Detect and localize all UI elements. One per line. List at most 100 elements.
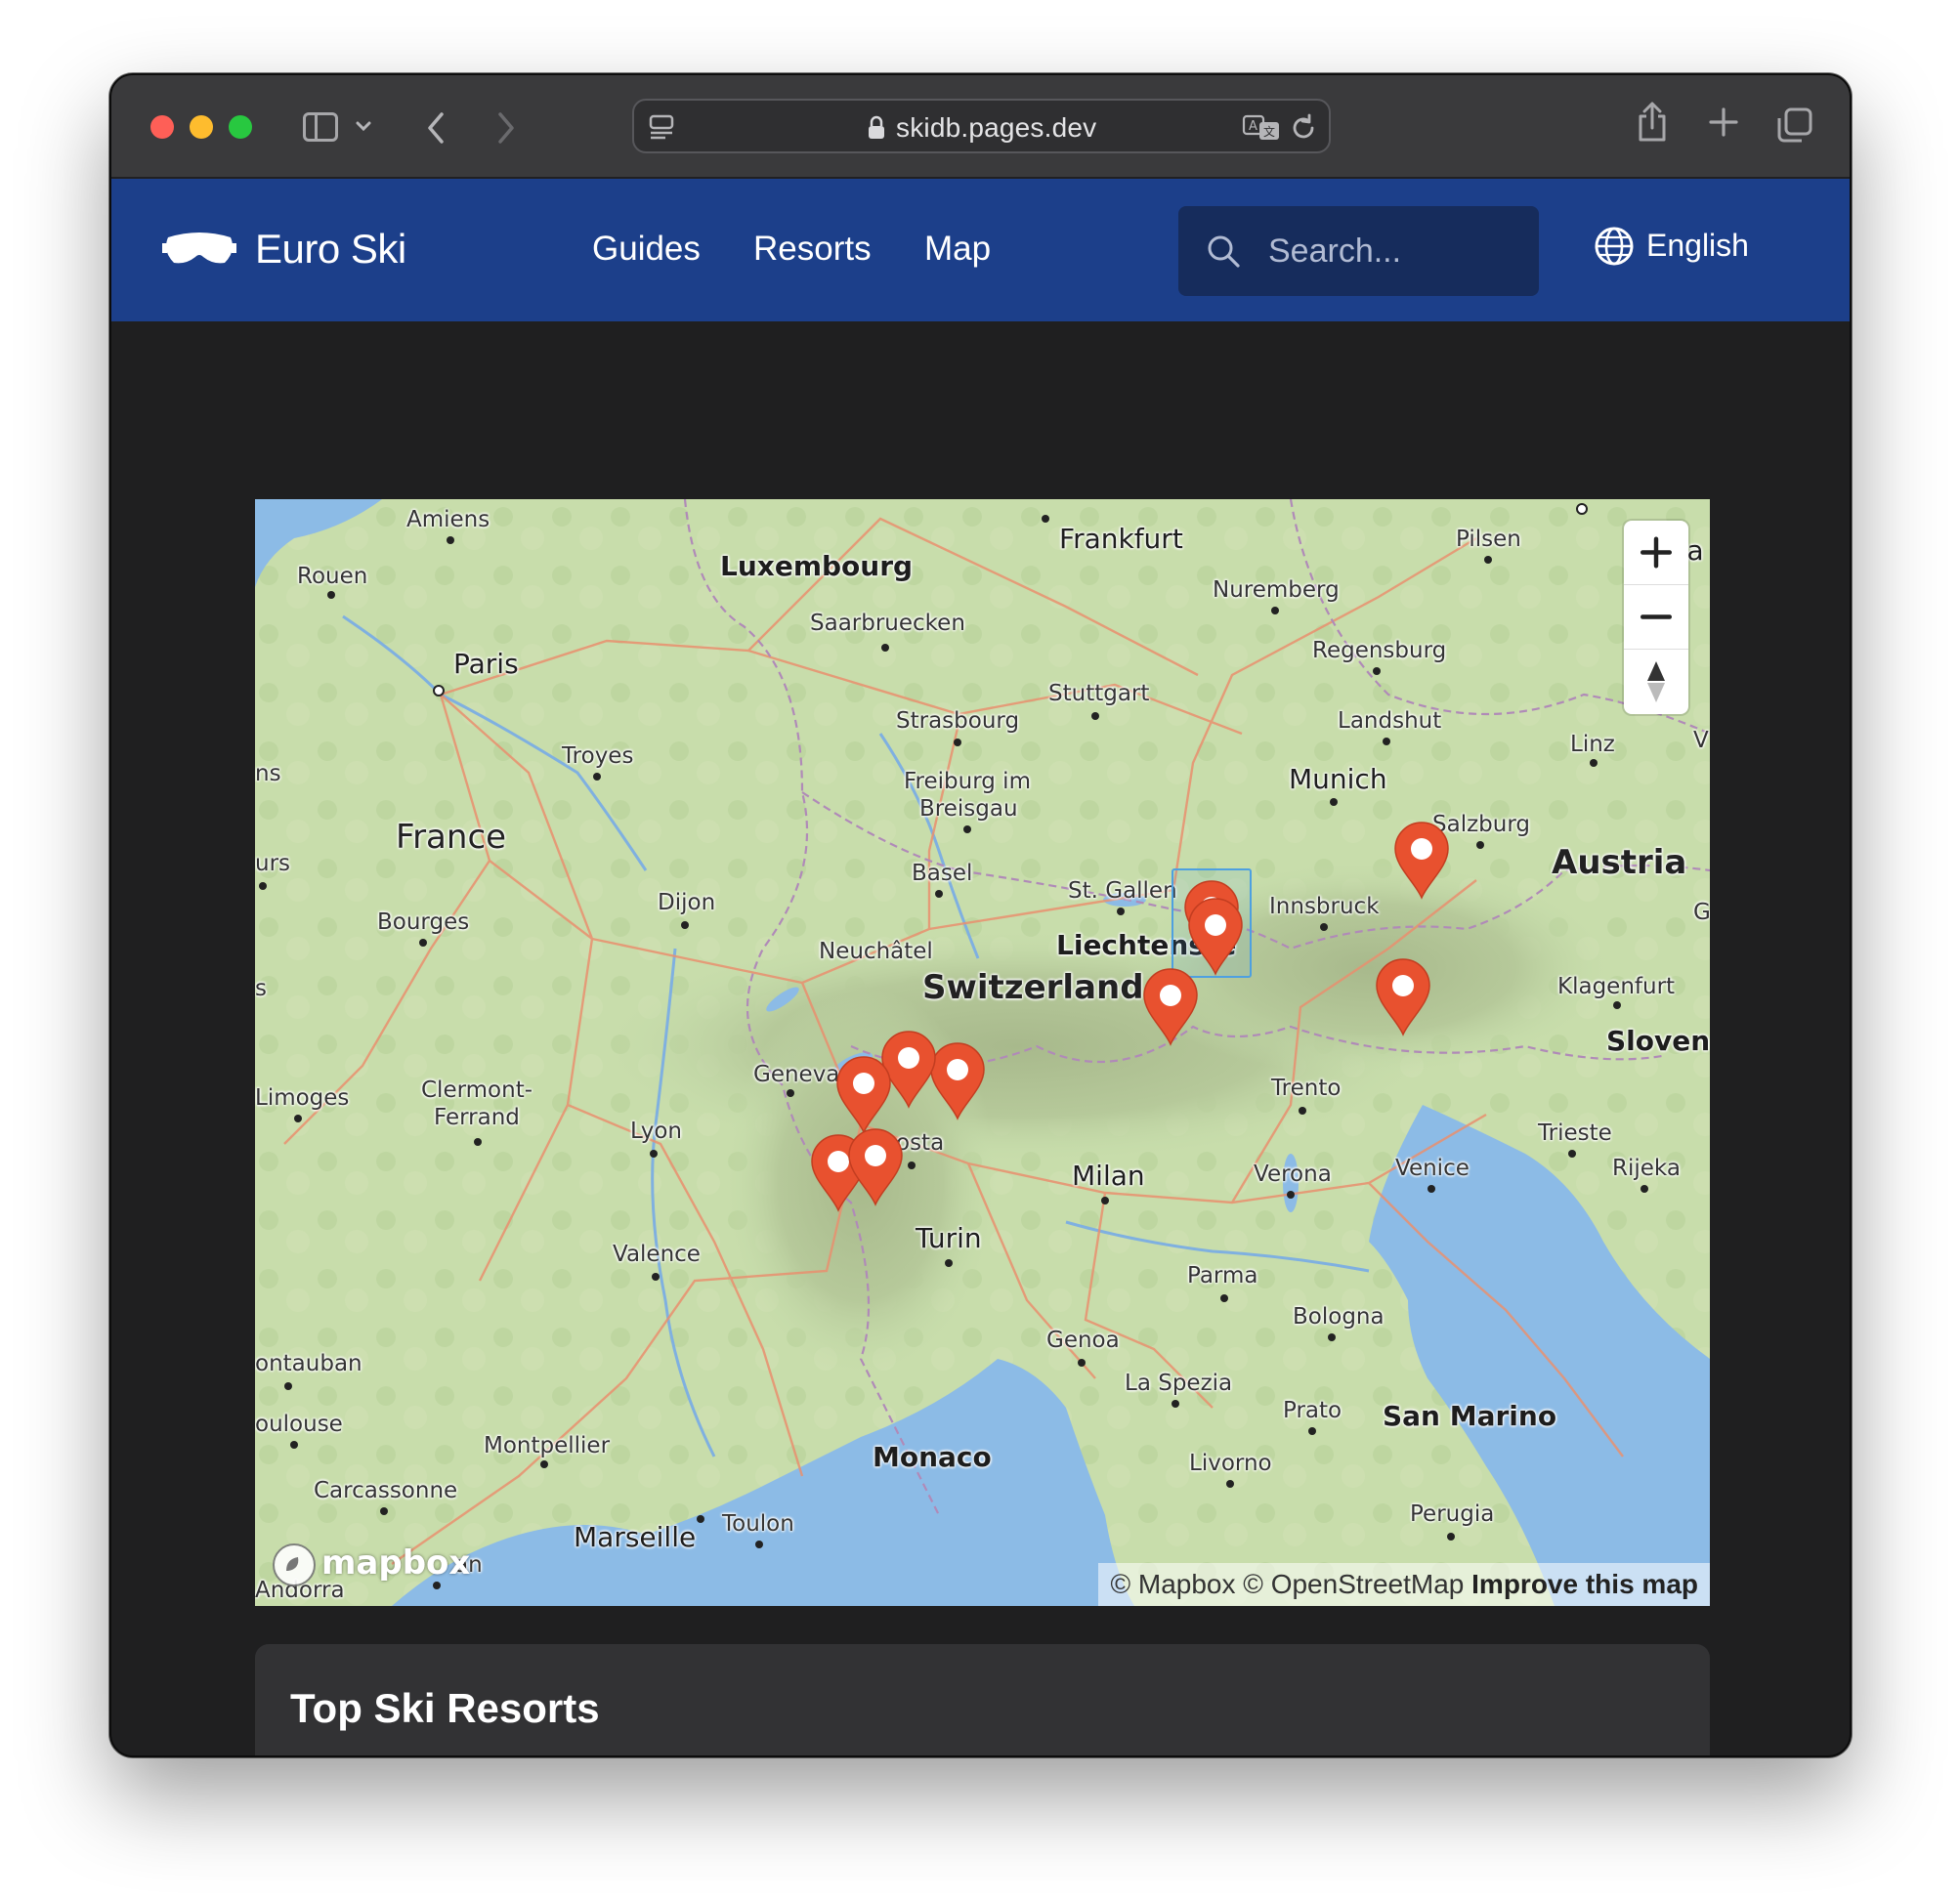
- city-dot: [945, 1259, 953, 1267]
- label-limoges: Limoges: [255, 1085, 350, 1111]
- city-dot: [697, 1515, 704, 1523]
- label-france: France: [396, 818, 507, 857]
- label-troyes: Troyes: [562, 743, 634, 769]
- label-st-gallen: St. Gallen: [1068, 878, 1177, 904]
- forward-arrow-icon[interactable]: [490, 108, 520, 148]
- resort-marker-pin[interactable]: [1187, 898, 1244, 976]
- city-dot: [650, 1150, 658, 1158]
- attribution-mapbox-link[interactable]: © Mapbox: [1110, 1569, 1235, 1599]
- label-bologna: Bologna: [1293, 1304, 1385, 1330]
- label-toulouse: oulouse: [255, 1412, 343, 1437]
- city-dot: [1613, 1001, 1621, 1009]
- improve-map-link[interactable]: Improve this map: [1471, 1569, 1698, 1599]
- label-verona: Verona: [1254, 1162, 1332, 1187]
- city-dot: [259, 882, 267, 890]
- city-dot: [290, 1441, 298, 1449]
- label-trieste: Trieste: [1538, 1120, 1612, 1146]
- resort-marker-pin[interactable]: [1142, 968, 1199, 1046]
- label-nuremberg: Nuremberg: [1213, 577, 1340, 603]
- resort-marker-pin[interactable]: [1393, 822, 1450, 900]
- label-basel: Basel: [912, 861, 973, 886]
- label-pilsen: Pilsen: [1456, 527, 1521, 552]
- page-menu-icon[interactable]: [648, 113, 675, 141]
- city-dot: [1299, 1107, 1306, 1115]
- new-tab-icon[interactable]: [1708, 106, 1739, 138]
- label-saarbruecken: Saarbruecken: [810, 611, 965, 636]
- city-dot: [1373, 667, 1381, 675]
- label-monaco: Monaco: [873, 1441, 992, 1473]
- resort-marker-pin[interactable]: [835, 1056, 892, 1134]
- share-icon[interactable]: [1636, 101, 1669, 144]
- browser-toolbar: skidb.pages.dev A 文: [111, 75, 1850, 179]
- label-prato: Prato: [1283, 1398, 1342, 1423]
- label-klagenfurt: Klagenfurt: [1557, 974, 1676, 999]
- zoom-out-button[interactable]: [1624, 585, 1688, 650]
- label-marseille: Marseille: [574, 1521, 697, 1553]
- label-linz: Linz: [1570, 732, 1615, 757]
- search-input[interactable]: [1268, 230, 1522, 273]
- resort-marker-pin[interactable]: [847, 1128, 904, 1206]
- capital-dot: [433, 685, 445, 697]
- compass-reset-button[interactable]: [1624, 650, 1688, 714]
- city-dot: [1220, 1294, 1228, 1302]
- reload-icon[interactable]: [1289, 112, 1318, 144]
- label-parma: Parma: [1187, 1263, 1258, 1288]
- city-dot: [447, 536, 454, 544]
- label-montauban: ontauban: [255, 1351, 362, 1376]
- city-dot: [380, 1507, 388, 1515]
- translate-icon[interactable]: A 文: [1242, 112, 1281, 144]
- nav-map-link[interactable]: Map: [924, 230, 991, 269]
- label-freiburg-2: Breisgau: [919, 796, 1018, 822]
- chevron-down-icon[interactable]: [352, 114, 375, 138]
- city-dot: [954, 739, 961, 746]
- ski-goggles-icon[interactable]: [162, 230, 236, 269]
- city-dot: [1330, 798, 1338, 806]
- label-livorno: Livorno: [1189, 1451, 1272, 1476]
- label-luxembourg: Luxembourg: [720, 550, 914, 582]
- mapbox-logo-icon[interactable]: [271, 1542, 318, 1588]
- city-dot: [593, 773, 601, 781]
- address-bar[interactable]: skidb.pages.dev A 文: [632, 99, 1331, 153]
- label-clermont-1: Clermont-: [421, 1077, 533, 1103]
- city-dot: [1117, 908, 1125, 915]
- sidebar-toggle-icon[interactable]: [303, 112, 338, 142]
- city-dot: [1308, 1427, 1316, 1435]
- back-arrow-icon[interactable]: [422, 108, 451, 148]
- map-attribution: © Mapbox © OpenStreetMap Improve this ma…: [1098, 1563, 1710, 1606]
- svg-text:文: 文: [1263, 124, 1275, 139]
- nav-guides-link[interactable]: Guides: [592, 230, 701, 269]
- city-dot: [1476, 841, 1484, 849]
- resort-map[interactable]: Amiens Rouen Paris Luxembourg Saarbrueck…: [255, 499, 1710, 1606]
- city-dot: [474, 1138, 482, 1146]
- city-dot: [1383, 738, 1390, 745]
- label-edge-urs: urs: [255, 851, 291, 876]
- mapbox-logo-text[interactable]: mapbox: [321, 1543, 470, 1583]
- minimize-window-button[interactable]: [190, 115, 213, 139]
- capital-dot: [1576, 503, 1588, 515]
- label-montpellier: Montpellier: [484, 1433, 611, 1458]
- tab-overview-icon[interactable]: [1776, 106, 1813, 144]
- brand-name[interactable]: Euro Ski: [255, 226, 406, 273]
- browser-window: skidb.pages.dev A 文 Euro Ski Guides Reso…: [109, 73, 1852, 1757]
- city-dot: [540, 1460, 548, 1468]
- city-dot: [1568, 1150, 1576, 1158]
- nav-resorts-link[interactable]: Resorts: [753, 230, 872, 269]
- label-innsbruck: Innsbruck: [1269, 894, 1380, 919]
- label-landshut: Landshut: [1338, 708, 1442, 734]
- search-icon: [1208, 235, 1240, 268]
- zoom-window-button[interactable]: [229, 115, 252, 139]
- label-edge-v: V: [1693, 728, 1709, 753]
- city-dot: [787, 1089, 794, 1097]
- resort-marker-pin[interactable]: [1375, 958, 1431, 1036]
- city-dot: [1484, 556, 1492, 564]
- zoom-in-button[interactable]: [1624, 521, 1688, 585]
- city-dot: [1091, 712, 1099, 720]
- city-dot: [284, 1382, 292, 1390]
- city-dot: [419, 939, 427, 947]
- resort-marker-pin[interactable]: [929, 1042, 986, 1120]
- close-window-button[interactable]: [150, 115, 174, 139]
- city-dot: [1320, 923, 1328, 931]
- attribution-osm-link[interactable]: © OpenStreetMap: [1243, 1569, 1464, 1599]
- label-valence: Valence: [613, 1242, 701, 1267]
- search-box[interactable]: [1178, 206, 1539, 296]
